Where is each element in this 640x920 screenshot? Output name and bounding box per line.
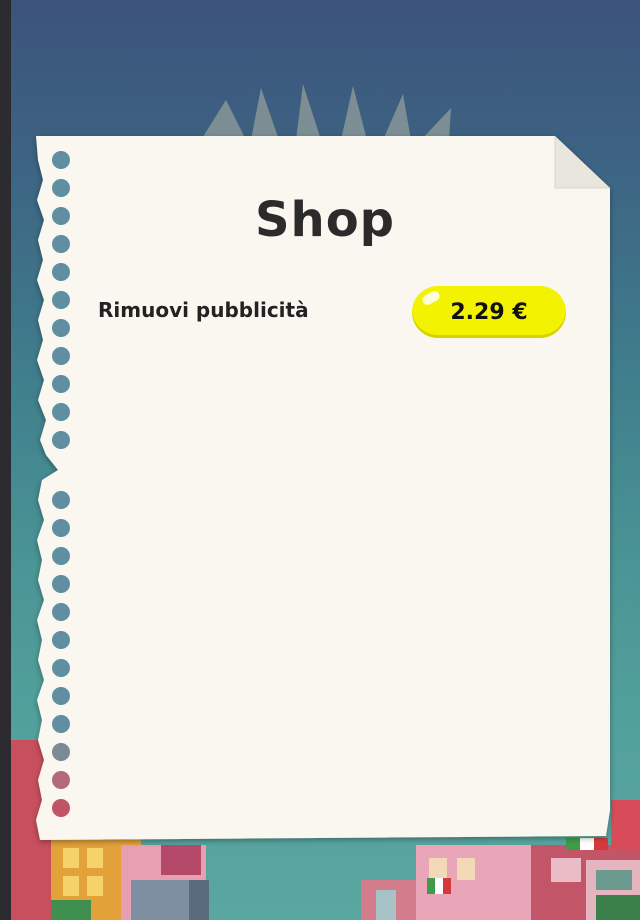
game-screen: Shop Rimuovi pubblicità 2.29 € xyxy=(0,0,640,920)
shop-panel: Shop Rimuovi pubblicità 2.29 € xyxy=(0,0,640,920)
left-edge-strip xyxy=(0,0,11,920)
shop-item-label: Rimuovi pubblicità xyxy=(98,298,309,322)
buy-remove-ads-button[interactable]: 2.29 € xyxy=(412,286,566,338)
button-shine xyxy=(420,289,442,307)
shop-title: Shop xyxy=(254,192,396,248)
price-label: 2.29 € xyxy=(450,299,528,325)
shop-item-row: Rimuovi pubblicità 2.29 € xyxy=(98,286,568,340)
